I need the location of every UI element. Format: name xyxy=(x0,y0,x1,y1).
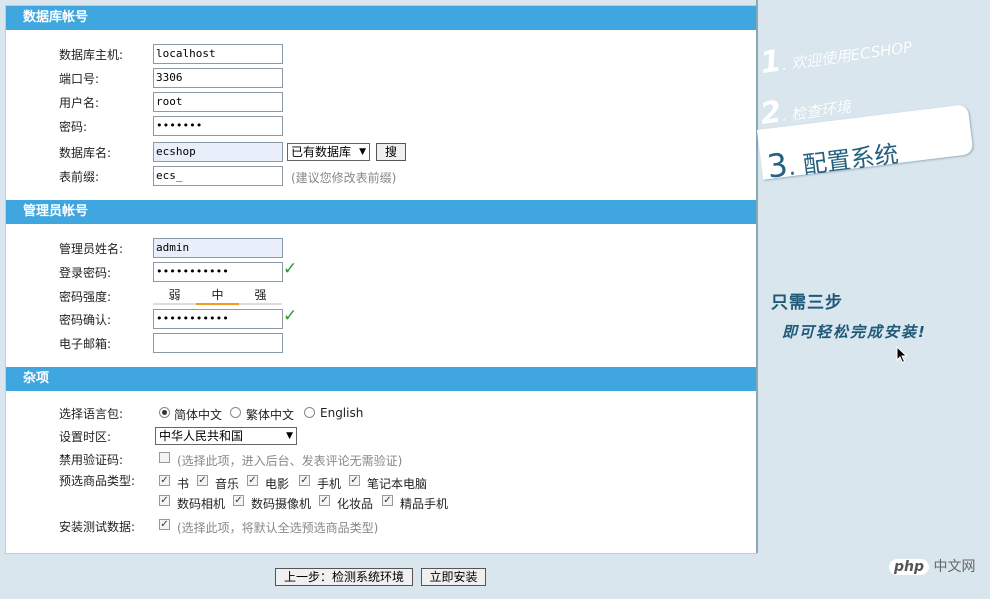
slogan-line-1: 只需三步 xyxy=(771,293,843,313)
password-strength-meter: 弱 中 强 xyxy=(153,286,283,305)
db-pass-input[interactable]: ••••••• xyxy=(153,116,283,136)
admin-pass-input[interactable]: ••••••••••• xyxy=(153,262,283,282)
goods-option-camcorder: 数码摄像机 xyxy=(251,497,312,511)
testdata-hint: (选择此项，将默认全选预选商品类型) xyxy=(177,521,379,535)
goods-type-label: 预选商品类型: xyxy=(59,474,136,488)
strength-strong: 强 xyxy=(254,288,267,302)
db-host-input[interactable]: localhost xyxy=(153,44,283,64)
step-3-number: 3 xyxy=(765,145,790,186)
goods-checkbox-premium-phone[interactable]: ✓ xyxy=(382,495,393,506)
goods-option-premium-phone: 精品手机 xyxy=(400,497,449,511)
confirm-pass-label: 密码确认: xyxy=(59,313,112,327)
admin-section-header: 管理员帐号 xyxy=(6,200,756,224)
goods-checkbox-phone[interactable]: ✓ xyxy=(299,475,310,486)
slogan-line-2: 即可轻松完成安装! xyxy=(782,323,927,341)
testdata-label: 安装测试数据: xyxy=(59,520,136,534)
prev-step-button[interactable]: 上一步：检测系统环境 xyxy=(275,568,413,586)
check-icon: ✓ xyxy=(283,306,298,326)
db-user-label: 用户名: xyxy=(59,96,100,110)
search-db-button[interactable]: 搜 xyxy=(376,143,406,161)
captcha-hint: (选择此项，进入后台、发表评论无需验证) xyxy=(177,454,403,468)
chevron-down-icon: ▼ xyxy=(359,147,366,157)
watermark-text: 中文网 xyxy=(933,559,976,575)
db-port-input[interactable]: 3306 xyxy=(153,68,283,88)
db-pass-label: 密码: xyxy=(59,120,88,134)
goods-checkbox-book[interactable]: ✓ xyxy=(159,475,170,486)
chevron-down-icon: ▼ xyxy=(286,431,293,441)
goods-checkbox-camera[interactable]: ✓ xyxy=(159,495,170,506)
lang-option-en: English xyxy=(320,406,364,420)
captcha-label: 禁用验证码: xyxy=(59,453,124,467)
db-prefix-hint: (建议您修改表前缀) xyxy=(291,171,397,185)
watermark: php 中文网 xyxy=(889,556,975,576)
goods-option-phone: 手机 xyxy=(317,477,342,491)
db-prefix-input[interactable]: ecs_ xyxy=(153,166,283,186)
strength-mid: 中 xyxy=(211,288,224,302)
install-steps-panel: 1. 欢迎使用ECSHOP 2. 检查环境 3. 配置系统 只需三步 即可轻松完… xyxy=(757,0,990,553)
goods-option-cosmetics: 化妆品 xyxy=(337,497,374,511)
lang-radio-en[interactable] xyxy=(304,407,315,418)
goods-option-book: 书 xyxy=(177,477,190,491)
goods-checkbox-camcorder[interactable]: ✓ xyxy=(233,495,244,506)
strength-bar-weak xyxy=(153,303,196,305)
admin-name-label: 管理员姓名: xyxy=(59,242,124,256)
email-label: 电子邮箱: xyxy=(59,337,112,351)
strength-label: 密码强度: xyxy=(59,290,112,304)
tz-label: 设置时区: xyxy=(59,430,112,444)
strength-weak: 弱 xyxy=(168,288,181,302)
db-name-input[interactable]: ecshop xyxy=(153,142,283,162)
admin-name-input[interactable]: admin xyxy=(153,238,283,258)
captcha-checkbox[interactable] xyxy=(159,452,170,463)
testdata-checkbox[interactable]: ✓ xyxy=(159,519,170,530)
lang-radio-zh-tw[interactable] xyxy=(230,407,241,418)
config-panel: 数据库帐号 数据库主机: localhost 端口号: 3306 用户名: ro… xyxy=(5,5,757,554)
misc-section-header: 杂项 xyxy=(6,367,756,391)
step-1: 1. 欢迎使用ECSHOP xyxy=(758,25,914,81)
email-input[interactable] xyxy=(153,333,283,353)
db-section-header: 数据库帐号 xyxy=(6,6,756,30)
mouse-cursor-icon xyxy=(896,346,908,364)
watermark-logo: php xyxy=(889,559,930,575)
db-prefix-label: 表前缀: xyxy=(59,170,100,184)
confirm-pass-input[interactable]: ••••••••••• xyxy=(153,309,283,329)
db-host-label: 数据库主机: xyxy=(59,48,124,62)
db-port-label: 端口号: xyxy=(59,72,100,86)
lang-radio-zh-cn[interactable] xyxy=(159,407,170,418)
goods-checkbox-movie[interactable]: ✓ xyxy=(247,475,258,486)
lang-label: 选择语言包: xyxy=(59,407,124,421)
strength-bar-strong xyxy=(239,303,282,305)
install-now-button[interactable]: 立即安装 xyxy=(421,568,486,586)
strength-bar-mid xyxy=(196,303,239,305)
timezone-select-value: 中华人民共和国 xyxy=(159,429,244,443)
existing-db-select[interactable]: 已有数据库 ▼ xyxy=(287,143,370,161)
step-1-number: 1 xyxy=(758,43,784,81)
goods-checkbox-music[interactable]: ✓ xyxy=(197,475,208,486)
existing-db-select-label: 已有数据库 xyxy=(291,145,352,159)
admin-pass-label: 登录密码: xyxy=(59,266,112,280)
lang-option-zh-tw: 繁体中文 xyxy=(246,408,295,422)
goods-checkbox-cosmetics[interactable]: ✓ xyxy=(319,495,330,506)
goods-option-laptop: 笔记本电脑 xyxy=(367,477,428,491)
check-icon: ✓ xyxy=(283,259,298,279)
lang-option-zh-cn: 简体中文 xyxy=(174,408,223,422)
goods-option-camera: 数码相机 xyxy=(177,497,226,511)
goods-option-movie: 电影 xyxy=(265,477,290,491)
goods-checkbox-laptop[interactable]: ✓ xyxy=(349,475,360,486)
db-user-input[interactable]: root xyxy=(153,92,283,112)
timezone-select[interactable]: 中华人民共和国 ▼ xyxy=(155,427,297,445)
db-name-label: 数据库名: xyxy=(59,146,112,160)
step-1-text: . 欢迎使用ECSHOP xyxy=(780,38,914,75)
step-3-text: . 配置系统 xyxy=(786,139,901,182)
goods-option-music: 音乐 xyxy=(215,477,240,491)
